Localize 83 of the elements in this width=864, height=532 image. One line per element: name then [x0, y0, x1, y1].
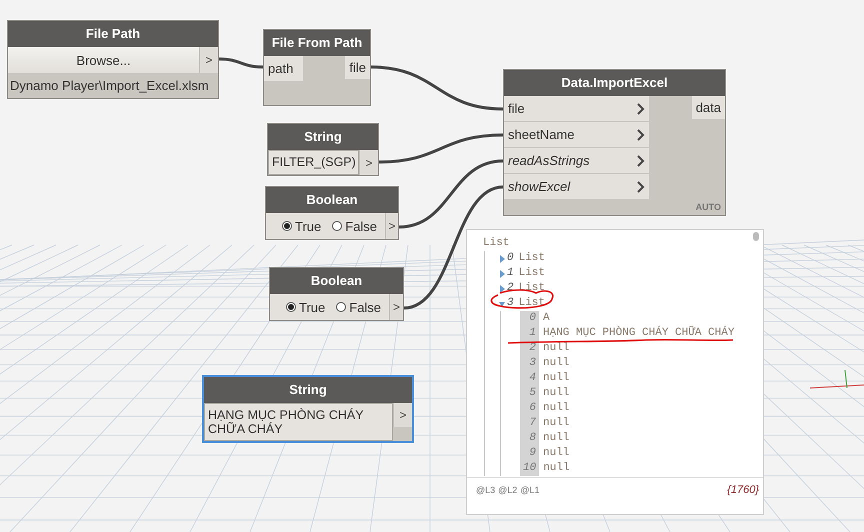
input-port[interactable]: sheetName [504, 122, 649, 147]
node-title: Boolean [270, 268, 403, 294]
chevron-icon [637, 102, 645, 114]
output-port[interactable]: > [199, 47, 218, 73]
node-card[interactable]: String HẠNG MỤC PHÒNG CHÁY CHỮA CHÁY > [202, 375, 414, 443]
output-port[interactable]: > [393, 403, 412, 427]
expand-triangle-icon[interactable] [499, 254, 505, 262]
input-port[interactable]: path [264, 56, 303, 81]
radio-button[interactable] [332, 221, 342, 231]
list-item[interactable]: 3 List [499, 296, 734, 311]
input-port[interactable]: readAsStrings [504, 148, 649, 173]
level-label[interactable]: @L1 [520, 485, 540, 495]
index-label: 6 [520, 401, 539, 416]
radio-label: True [295, 218, 322, 234]
node-title: File From Path [264, 30, 370, 56]
index-label: 9 [520, 446, 539, 461]
chevron-icon [637, 180, 645, 192]
node-title: String [204, 377, 412, 403]
index-label: 3 [520, 356, 539, 371]
node-card[interactable]: String FILTER_(SGP) > [267, 123, 379, 176]
file-path-text: Dynamo Player\Import_Excel.xlsm [9, 77, 210, 95]
list-value: null [543, 386, 570, 401]
node-card[interactable]: File From Path path file [263, 29, 371, 106]
input-port[interactable]: file [504, 96, 649, 121]
output-port[interactable]: data [692, 96, 725, 119]
input-port[interactable]: showExcel [504, 174, 649, 199]
radio-label: False [349, 300, 382, 314]
list-value: null [543, 356, 570, 371]
index-label: 10 [520, 461, 540, 476]
level-label[interactable]: @L2 [498, 485, 518, 495]
radio-button[interactable] [336, 302, 346, 312]
expand-triangle-icon[interactable] [499, 284, 505, 292]
node-title: Boolean [266, 187, 398, 213]
index-label: 4 [520, 371, 539, 386]
chevron-icon [637, 154, 645, 166]
output-port[interactable]: file [345, 56, 370, 79]
radio-button[interactable] [282, 221, 292, 231]
list-label: List [483, 236, 510, 251]
browse-button[interactable]: Browse... [8, 47, 199, 73]
node-card[interactable]: Data.ImportExcel file sheetName readAsStrings showExcel data AUTO [503, 69, 726, 216]
node-title: Data.ImportExcel [504, 70, 725, 96]
output-port[interactable]: > [389, 294, 403, 320]
connector-wire[interactable] [378, 134, 504, 164]
list-item[interactable]: 0 List [499, 251, 734, 266]
index-label: 5 [520, 386, 539, 401]
list-value: null [543, 371, 570, 386]
collapse-triangle-icon[interactable] [499, 300, 505, 308]
radio-label: False [345, 218, 378, 234]
list-value: A [543, 311, 550, 326]
connector-wire[interactable] [398, 160, 504, 228]
lacing-label: AUTO [694, 201, 722, 214]
node-title: String [268, 124, 378, 150]
node-card[interactable]: Boolean True False > [269, 267, 404, 321]
output-port[interactable]: > [359, 150, 378, 175]
axis-drawing [810, 370, 864, 388]
list-value: null [543, 401, 570, 416]
list-value: null [543, 446, 570, 461]
index-label: 7 [520, 416, 539, 431]
connector-wire[interactable] [218, 58, 264, 68]
index-label: 8 [520, 431, 539, 446]
radio-label: True [299, 300, 326, 314]
list-value: null [543, 416, 570, 431]
radio-button[interactable] [286, 302, 296, 312]
string-input[interactable]: HẠNG MỤC PHÒNG CHÁY CHỮA CHÁY [204, 403, 393, 441]
expand-triangle-icon[interactable] [499, 270, 505, 278]
node-card[interactable]: Boolean True False > [265, 186, 399, 240]
scrollbar-thumb[interactable] [753, 232, 759, 241]
list-item[interactable]: 1 List [499, 266, 734, 281]
node-card[interactable]: File Path Browse... > Dynamo Player\Import_Excel.xlsm [7, 20, 219, 99]
item-count: {1760} [727, 484, 759, 496]
list-value: null [543, 431, 570, 446]
index-label: 0 [520, 311, 539, 326]
list-value: HẠNG MỤC PHÒNG CHÁY CHỮA CHÁY [543, 326, 734, 341]
chevron-icon [637, 128, 645, 140]
circle-annotation [490, 289, 554, 309]
list-value: null [543, 341, 570, 356]
string-input[interactable]: FILTER_(SGP) [268, 150, 359, 175]
connector-wire[interactable] [370, 66, 504, 110]
list-value: null [543, 461, 570, 476]
level-label[interactable]: @L3 [476, 485, 496, 495]
output-port[interactable]: > [385, 213, 398, 239]
node-title: File Path [8, 21, 218, 47]
index-label: 1 [520, 326, 539, 341]
